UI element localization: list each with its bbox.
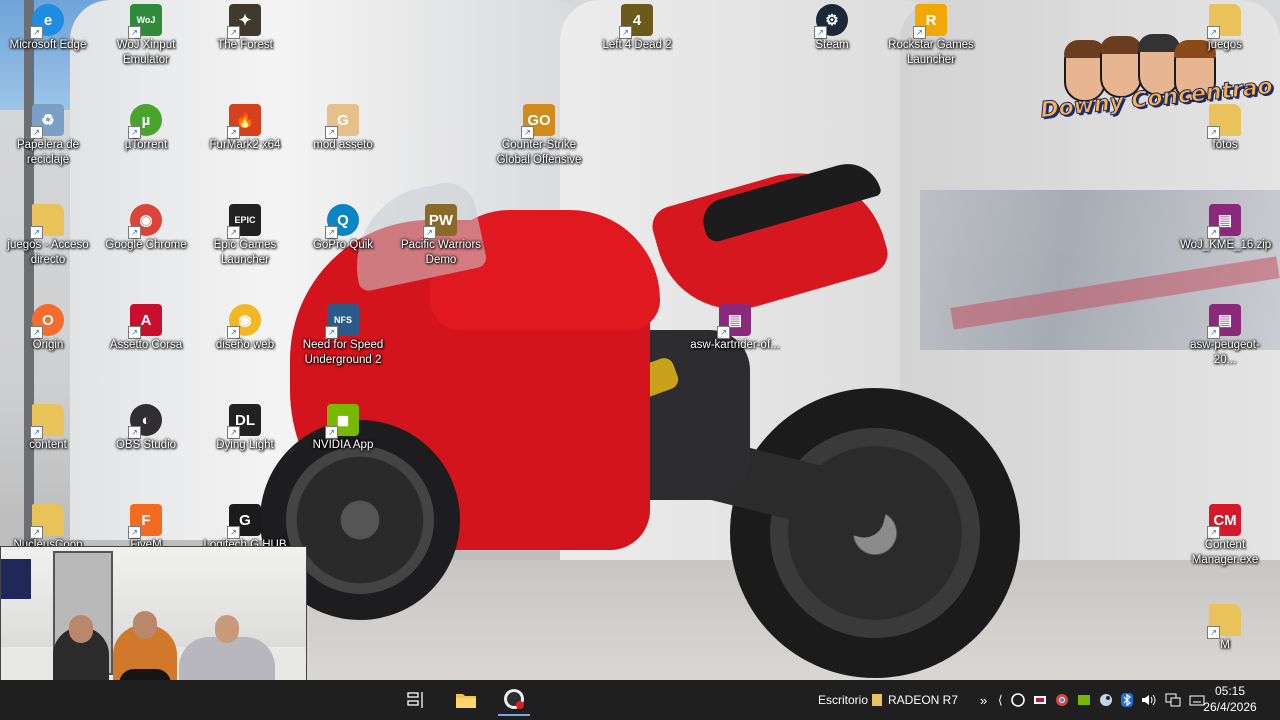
task-view-button[interactable]	[400, 684, 432, 716]
desktop-icon-diseño-web[interactable]: ◉ ↗ diseño web	[200, 300, 290, 396]
desktop-icon-content-manager-exe[interactable]: CM ↗ Content Manager.exe	[1180, 500, 1270, 596]
network-icon[interactable]	[1165, 693, 1181, 707]
assetto-icon[interactable]	[1033, 693, 1047, 707]
desktop-icon-label: GoPro Quik	[312, 239, 374, 251]
toolbar-escritorio[interactable]: Escritorio	[818, 680, 868, 720]
desktop-icon-label: Google Chrome	[105, 239, 187, 251]
system-tray: ⟨	[998, 680, 1205, 720]
desktop-icon-label: fotos	[1212, 139, 1238, 151]
desktop-icon-label: content	[29, 439, 67, 451]
desktop-icon-counter-strike-global-offensive[interactable]: GO ↗ Counter-Strike Global Offensive	[494, 100, 584, 196]
clock-time: 05:15	[1214, 684, 1246, 698]
task-view-icon	[407, 692, 423, 708]
toolbar-overflow-button[interactable]: »	[980, 680, 987, 720]
desktop-icon-label: WoJ_KME_16.zip	[1180, 239, 1272, 251]
desktop-icon-mod-asseto[interactable]: G ↗ mod asseto	[298, 100, 388, 196]
radeon-label: RADEON R7	[888, 693, 959, 707]
desktop-icon-label: Papelera de reciclaje	[16, 139, 80, 166]
desktop-icon-microsoft-edge[interactable]: e ↗ Microsoft Edge	[3, 0, 93, 96]
desktop-icon-label: mod asseto	[313, 139, 373, 151]
desktop-icon-woj-xinput-emulator[interactable]: WoJ ↗ WoJ Xinput Emulator	[101, 0, 191, 96]
obs-icon	[504, 689, 524, 709]
desktop-icon-label: µTorrent	[124, 139, 168, 151]
desktop-icon-label: Dying Light	[216, 439, 274, 451]
steam-icon[interactable]	[1099, 693, 1113, 707]
desktop-icon-woj-kme-16-zip[interactable]: ▤ ↗ WoJ_KME_16.zip	[1180, 200, 1272, 296]
desktop-icon-label: Epic Games Launcher	[213, 239, 277, 266]
radeon-toolbar[interactable]: RADEON R7	[872, 680, 958, 720]
bluetooth-icon[interactable]	[1120, 693, 1133, 707]
desktop-icon-label: juegos - Acceso directo	[7, 239, 89, 266]
desktop-icon-label: Left 4 Dead 2	[602, 39, 672, 51]
desktop-icon-origin[interactable]: O ↗ Origin	[3, 300, 93, 396]
desktop-icon-dying-light[interactable]: DL ↗ Dying Light	[200, 400, 290, 496]
desktop-icon-label: M	[1220, 639, 1230, 651]
volume-icon[interactable]	[1141, 693, 1157, 707]
taskbar-clock[interactable]: 05:15 26/4/2026	[1200, 683, 1260, 715]
desktop-icon-label: Need for Speed Underground 2	[302, 339, 384, 366]
desktop-icon-µtorrent[interactable]: µ ↗ µTorrent	[101, 100, 191, 196]
desktop-icon-label: diseño web	[215, 339, 275, 351]
desktop-icon-label: Counter-Strike Global Offensive	[496, 139, 582, 166]
desktop-icon-juegos[interactable]: ↗ juegos	[1180, 0, 1270, 96]
taskbar-file-explorer[interactable]	[450, 684, 482, 716]
desktop-icon-label: Microsoft Edge	[9, 39, 87, 51]
desktop-icon-furmark2-x64[interactable]: 🔥 ↗ FurMark2 x64	[200, 100, 290, 196]
desktop-icon-obs-studio[interactable]: ◐ ↗ OBS Studio	[101, 400, 191, 496]
desktop-icon-label: asw-kartrider-of...	[690, 339, 780, 351]
desktop-icon-label: OBS Studio	[115, 439, 177, 451]
desktop-icon-rockstar-games-launcher[interactable]: R ↗ Rockstar Games Launcher	[886, 0, 976, 96]
radeon-icon	[872, 694, 882, 706]
desktop-icon-label: Steam	[815, 39, 849, 51]
folder-icon	[456, 694, 476, 708]
taskbar-obs[interactable]	[498, 684, 530, 716]
desktop-icon-assetto-corsa[interactable]: A ↗ Assetto Corsa	[101, 300, 191, 396]
desktop-icon-pacific-warriors-demo[interactable]: PW ↗ Pacific Warriors Demo	[396, 200, 486, 296]
desktop-icon-epic-games-launcher[interactable]: EPIC ↗ Epic Games Launcher	[200, 200, 290, 296]
clock-date: 26/4/2026	[1203, 700, 1257, 714]
desktop-icon-label: Assetto Corsa	[109, 339, 183, 351]
desktop-icon-label: NVIDIA App	[312, 439, 374, 451]
desktop-icon-fotos[interactable]: ↗ fotos	[1180, 100, 1270, 196]
desktop-icon-the-forest[interactable]: ✦ ↗ The Forest	[200, 0, 290, 96]
desktop-icon-label: FurMark2 x64	[209, 139, 281, 151]
desktop-icon-label: Origin	[32, 339, 64, 351]
desktop-icon-juegos-acceso-directo[interactable]: ↗ juegos - Acceso directo	[3, 200, 93, 296]
desktop-icon-steam[interactable]: ⚙ ↗ Steam	[787, 0, 877, 96]
nvidia-icon[interactable]	[1077, 693, 1091, 707]
desktop-icon-label: asw-peugeot-20...	[1190, 339, 1260, 366]
desktop-icon-asw-peugeot-20[interactable]: ▤ ↗ asw-peugeot-20...	[1180, 300, 1270, 396]
desktop-icon-label: The Forest	[217, 39, 273, 51]
desktop-icon-asw-kartrider-of[interactable]: ▤ ↗ asw-kartrider-of...	[690, 300, 780, 396]
show-hidden-icons-icon[interactable]: ⟨	[998, 693, 1003, 707]
chrome-icon[interactable]	[1055, 693, 1069, 707]
desktop-icon-papelera-de-reciclaje[interactable]: ♻ ↗ Papelera de reciclaje	[3, 100, 93, 196]
desktop-icon-nvidia-app[interactable]: ◼ ↗ NVIDIA App	[298, 400, 388, 496]
desktop-icon-label: juegos	[1208, 39, 1242, 51]
desktop-icon-gopro-quik[interactable]: Q ↗ GoPro Quik	[298, 200, 388, 296]
desktop-icon-google-chrome[interactable]: ◉ ↗ Google Chrome	[101, 200, 191, 296]
logitech-icon[interactable]	[1010, 693, 1025, 707]
desktop-icon-label: Rockstar Games Launcher	[888, 39, 974, 66]
desktop-icon-need-for-speed-underground-2[interactable]: NFS ↗ Need for Speed Underground 2	[298, 300, 388, 396]
desktop-icon-label: Content Manager.exe	[1191, 539, 1259, 566]
taskbar: Escritorio RADEON R7 » ⟨ 05:15 26/4/2026	[0, 680, 1280, 720]
desktop-icon-left-4-dead-2[interactable]: 4 ↗ Left 4 Dead 2	[592, 0, 682, 96]
desktop-icon-label: Pacific Warriors Demo	[400, 239, 482, 266]
desktop-icon-content[interactable]: ↗ content	[3, 400, 93, 496]
desktop-icon-label: WoJ Xinput Emulator	[116, 39, 176, 66]
